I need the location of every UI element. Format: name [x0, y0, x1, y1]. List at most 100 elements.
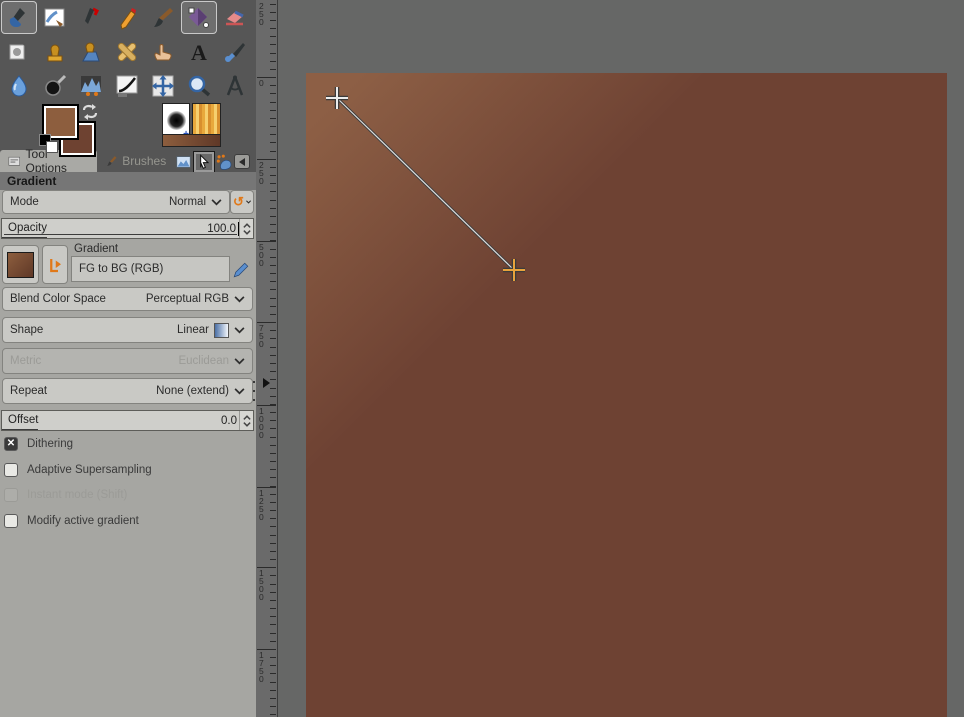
ruler-minor-tick: [270, 477, 276, 478]
heal-tool-button[interactable]: [109, 35, 145, 68]
dock-collapse-button[interactable]: [234, 154, 250, 169]
ruler-label: 2 5 0: [259, 2, 264, 26]
ruler-minor-tick: [270, 592, 276, 593]
ruler-position-marker: [263, 378, 270, 388]
ruler-minor-tick: [270, 355, 276, 356]
ruler-minor-tick: [270, 616, 276, 617]
opacity-slider[interactable]: Opacity 100.0: [1, 218, 254, 239]
zoom-tool-button[interactable]: [181, 69, 217, 102]
ruler-minor-tick: [270, 502, 276, 503]
mode-label: Mode: [10, 196, 39, 208]
clone-icon: [42, 40, 68, 64]
ruler-label: 1 7 5 0: [259, 651, 264, 683]
ruler-minor-tick: [270, 85, 276, 86]
tool-options-icon: [7, 155, 22, 168]
eraser-tool-button[interactable]: [217, 1, 253, 34]
ruler-minor-tick: [270, 673, 276, 674]
color-picker-tool-button[interactable]: [217, 35, 253, 68]
ruler-minor-tick: [270, 453, 276, 454]
ruler-minor-tick: [270, 53, 276, 54]
smudge-icon: [150, 40, 176, 64]
paintbrush-icon: [150, 6, 176, 30]
ink-tool-button[interactable]: [73, 1, 109, 34]
ruler-minor-tick: [270, 494, 276, 495]
pencil-tool-button[interactable]: [109, 1, 145, 34]
gradient-name-field[interactable]: FG to BG (RGB): [71, 256, 230, 282]
gradient-swatch-button[interactable]: [2, 245, 39, 284]
checkbox-label: Adaptive Supersampling: [27, 464, 152, 476]
checkbox-box[interactable]: [4, 463, 18, 477]
zoom-icon: [186, 74, 212, 98]
airbrush-tool-button[interactable]: [1, 35, 37, 68]
ruler-label: 1 0 0 0: [259, 407, 264, 439]
canvas-window[interactable]: [279, 0, 964, 717]
bucket-fill-tool-button[interactable]: [1, 1, 37, 34]
tab-selection-editor[interactable]: [214, 152, 234, 172]
ruler-minor-tick: [270, 102, 276, 103]
histogram-levels-tool-button[interactable]: [73, 69, 109, 102]
ruler-minor-tick: [270, 412, 276, 413]
ruler-minor-tick: [270, 118, 276, 119]
edit-gradient-button[interactable]: [230, 259, 252, 281]
tab-pointer[interactable]: [194, 152, 214, 172]
ruler-minor-tick: [270, 151, 276, 152]
active-gradient-preview[interactable]: [162, 134, 221, 147]
vertical-ruler[interactable]: 2 5 002 5 05 0 07 5 01 0 0 01 2 5 01 5 0…: [256, 0, 278, 717]
blur-sharpen-tool-button[interactable]: [1, 69, 37, 102]
ruler-minor-tick: [270, 584, 276, 585]
ruler-minor-tick: [270, 4, 276, 5]
dodge-burn-tool-button[interactable]: [37, 69, 73, 102]
checkbox-box[interactable]: [4, 514, 18, 528]
mode-dropdown[interactable]: Mode Normal: [2, 190, 230, 214]
repeat-dropdown[interactable]: Repeat None (extend): [2, 378, 253, 404]
checkbox-box[interactable]: ✕: [4, 437, 18, 451]
paintbrush-tool-button[interactable]: [145, 1, 181, 34]
ruler-minor-tick: [270, 575, 276, 576]
brush-thumbnail: [167, 111, 186, 130]
default-colors-button[interactable]: [39, 134, 58, 153]
gradient-line: [337, 98, 514, 270]
checkbox-label: Dithering: [27, 438, 73, 450]
ruler-minor-tick: [270, 69, 276, 70]
measure-tool-button[interactable]: [217, 69, 253, 102]
spin-down-icon: [243, 230, 251, 235]
mypaint-brush-tool-button[interactable]: [37, 1, 73, 34]
gradient-chooser: Gradient FG to BG (RGB): [2, 243, 254, 285]
blend-color-space-dropdown[interactable]: Blend Color Space Perceptual RGB: [2, 287, 253, 311]
tab-patterns[interactable]: [173, 152, 193, 172]
opacity-value: 100.0: [207, 223, 238, 235]
ruler-minor-tick: [270, 216, 276, 217]
tab-brushes-label: Brushes: [122, 154, 166, 168]
text-tool-button[interactable]: A: [181, 35, 217, 68]
ruler-minor-tick: [270, 110, 276, 111]
selection-editor-tab-icon: [215, 154, 233, 171]
shape-dropdown[interactable]: Shape Linear: [2, 317, 253, 343]
mode-options-dropdown[interactable]: ↺: [230, 190, 254, 214]
offset-value: 0.0: [221, 415, 239, 427]
checkbox-adaptive-supersampling[interactable]: Adaptive Supersampling: [4, 463, 152, 477]
image-canvas[interactable]: [306, 73, 947, 717]
opacity-spinners[interactable]: [239, 219, 253, 238]
checkbox-modify-active-gradient[interactable]: Modify active gradient: [4, 514, 139, 528]
dock-tab-bar: Tool Options Brushes: [0, 150, 256, 172]
offset-label: Offset: [2, 412, 38, 430]
curves-tool-button[interactable]: [109, 69, 145, 102]
checkbox-dithering[interactable]: ✕ Dithering: [4, 437, 73, 451]
move-tool-button[interactable]: [145, 69, 181, 102]
ruler-minor-tick: [270, 518, 276, 519]
ruler-minor-tick: [270, 379, 276, 380]
tab-brushes[interactable]: Brushes: [97, 150, 173, 172]
panel-resize-grip[interactable]: [253, 381, 256, 405]
offset-slider[interactable]: Offset 0.0: [1, 410, 254, 431]
checkbox-box: [4, 488, 18, 502]
gradient-icon: [186, 6, 212, 30]
gradient-reverse-button[interactable]: [42, 245, 68, 284]
smudge-tool-button[interactable]: [145, 35, 181, 68]
clone-tool-button[interactable]: [37, 35, 73, 68]
color-picker-icon: [222, 40, 248, 64]
gradient-tool-button[interactable]: [181, 1, 217, 34]
perspective-clone-tool-button[interactable]: [73, 35, 109, 68]
patterns-tab-icon: [175, 154, 192, 170]
swap-colors-button[interactable]: [81, 103, 99, 121]
offset-spinners[interactable]: [239, 411, 253, 430]
